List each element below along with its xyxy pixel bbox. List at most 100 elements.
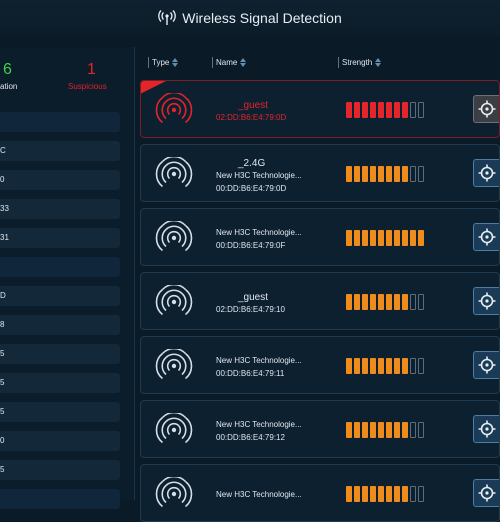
left-list-item[interactable]: 33 [0, 199, 120, 219]
network-list-panel: Type Name Strength _guest 02:DD:B6:E4:79:… [139, 47, 500, 522]
strength-segment [410, 166, 416, 182]
strength-segment [410, 102, 416, 118]
strength-segment [378, 102, 384, 118]
signal-strength-meter [346, 422, 426, 438]
strength-segment [386, 422, 392, 438]
network-mac: 00:DD:B6:E4:79:11 [216, 369, 285, 378]
network-mac: 00:DD:B6:E4:79:0F [216, 241, 286, 250]
network-mac: 00:DD:B6:E4:79:0D [216, 184, 287, 193]
network-mac: New H3C Technologie... [216, 490, 302, 499]
strength-segment [378, 294, 384, 310]
network-row[interactable]: New H3C Technologie... 00:DD:B6:E4:79:0F [140, 208, 500, 266]
left-list-item[interactable]: 5 [0, 373, 120, 393]
strength-segment [362, 358, 368, 374]
network-vendor: New H3C Technologie... [216, 420, 302, 429]
network-row[interactable]: _guest 02:DD:B6:E4:79:10 [140, 272, 500, 330]
left-list-item[interactable]: 5 [0, 402, 120, 422]
strength-segment [378, 422, 384, 438]
strength-segment [386, 230, 392, 246]
strength-segment [370, 102, 376, 118]
strength-segment [386, 102, 392, 118]
locate-button[interactable] [473, 415, 499, 443]
wifi-signal-icon [155, 283, 193, 319]
strength-segment [378, 230, 384, 246]
left-list-item[interactable]: C [0, 141, 120, 161]
locate-button[interactable] [473, 95, 499, 123]
column-strength[interactable]: Strength [338, 57, 382, 68]
strength-segment [402, 230, 408, 246]
network-mac: 02:DD:B6:E4:79:10 [216, 305, 285, 314]
column-strength-label: Strength [342, 58, 373, 67]
strength-segment [346, 166, 352, 182]
left-list-item[interactable] [0, 112, 120, 132]
strength-segment [362, 166, 368, 182]
strength-segment [354, 294, 360, 310]
strength-segment [402, 358, 408, 374]
network-row[interactable]: New H3C Technologie... 00:DD:B6:E4:79:11 [140, 336, 500, 394]
crosshair-icon [478, 164, 496, 182]
strength-segment [418, 294, 424, 310]
strength-segment [370, 166, 376, 182]
locate-button[interactable] [473, 479, 499, 507]
strength-segment [402, 422, 408, 438]
strength-segment [346, 358, 352, 374]
strength-segment [418, 358, 424, 374]
wifi-signal-icon [155, 91, 193, 127]
sort-icon[interactable] [172, 58, 179, 67]
network-row[interactable]: New H3C Technologie... [140, 464, 500, 522]
network-row[interactable]: New H3C Technologie... 00:DD:B6:E4:79:12 [140, 400, 500, 458]
strength-segment [386, 166, 392, 182]
app-header: Wireless Signal Detection [0, 0, 500, 36]
strength-segment [394, 358, 400, 374]
left-list-item[interactable] [0, 489, 120, 509]
network-row[interactable]: _guest 02:DD:B6:E4:79:0D [140, 80, 500, 138]
strength-segment [362, 422, 368, 438]
column-name[interactable]: Name [212, 57, 247, 68]
left-list-item[interactable]: 5 [0, 460, 120, 480]
left-list-item[interactable]: 8 [0, 315, 120, 335]
left-list-item[interactable]: 5 [0, 344, 120, 364]
strength-segment [370, 294, 376, 310]
left-list-item[interactable]: 0 [0, 431, 120, 451]
good-count: 6 [3, 61, 12, 78]
strength-segment [354, 358, 360, 374]
strength-segment [378, 358, 384, 374]
locate-button[interactable] [473, 287, 499, 315]
sort-icon[interactable] [375, 58, 382, 67]
locate-button[interactable] [473, 351, 499, 379]
column-header: Type Name Strength [139, 51, 500, 73]
left-list-item[interactable]: 0 [0, 170, 120, 190]
column-type-label: Type [152, 58, 170, 67]
locate-button[interactable] [473, 159, 499, 187]
locate-button[interactable] [473, 223, 499, 251]
sort-icon[interactable] [240, 58, 247, 67]
strength-segment [394, 166, 400, 182]
crosshair-icon [478, 420, 496, 438]
strength-segment [362, 230, 368, 246]
good-label: ation [0, 82, 18, 91]
strength-segment [362, 102, 368, 118]
strength-segment [410, 358, 416, 374]
crosshair-icon [478, 356, 496, 374]
signal-strength-meter [346, 358, 426, 374]
strength-segment [346, 102, 352, 118]
signal-strength-meter [346, 294, 426, 310]
strength-segment [394, 422, 400, 438]
wifi-signal-icon [155, 347, 193, 383]
left-list-item[interactable]: D [0, 286, 120, 306]
wifi-broadcast-icon [158, 10, 177, 25]
network-ssid: _guest [238, 292, 269, 303]
crosshair-icon [478, 100, 496, 118]
strength-segment [354, 166, 360, 182]
left-list-item[interactable] [0, 257, 120, 277]
network-ssid: _guest [238, 100, 269, 111]
strength-segment [362, 294, 368, 310]
network-row[interactable]: _2.4G New H3C Technologie... 00:DD:B6:E4:7… [140, 144, 500, 202]
left-list-item[interactable]: 31 [0, 228, 120, 248]
strength-segment [418, 230, 424, 246]
crosshair-icon [478, 228, 496, 246]
suspicious-label[interactable]: Suspicious [68, 82, 107, 91]
column-type[interactable]: Type [148, 57, 179, 68]
strength-segment [410, 230, 416, 246]
strength-segment [354, 422, 360, 438]
